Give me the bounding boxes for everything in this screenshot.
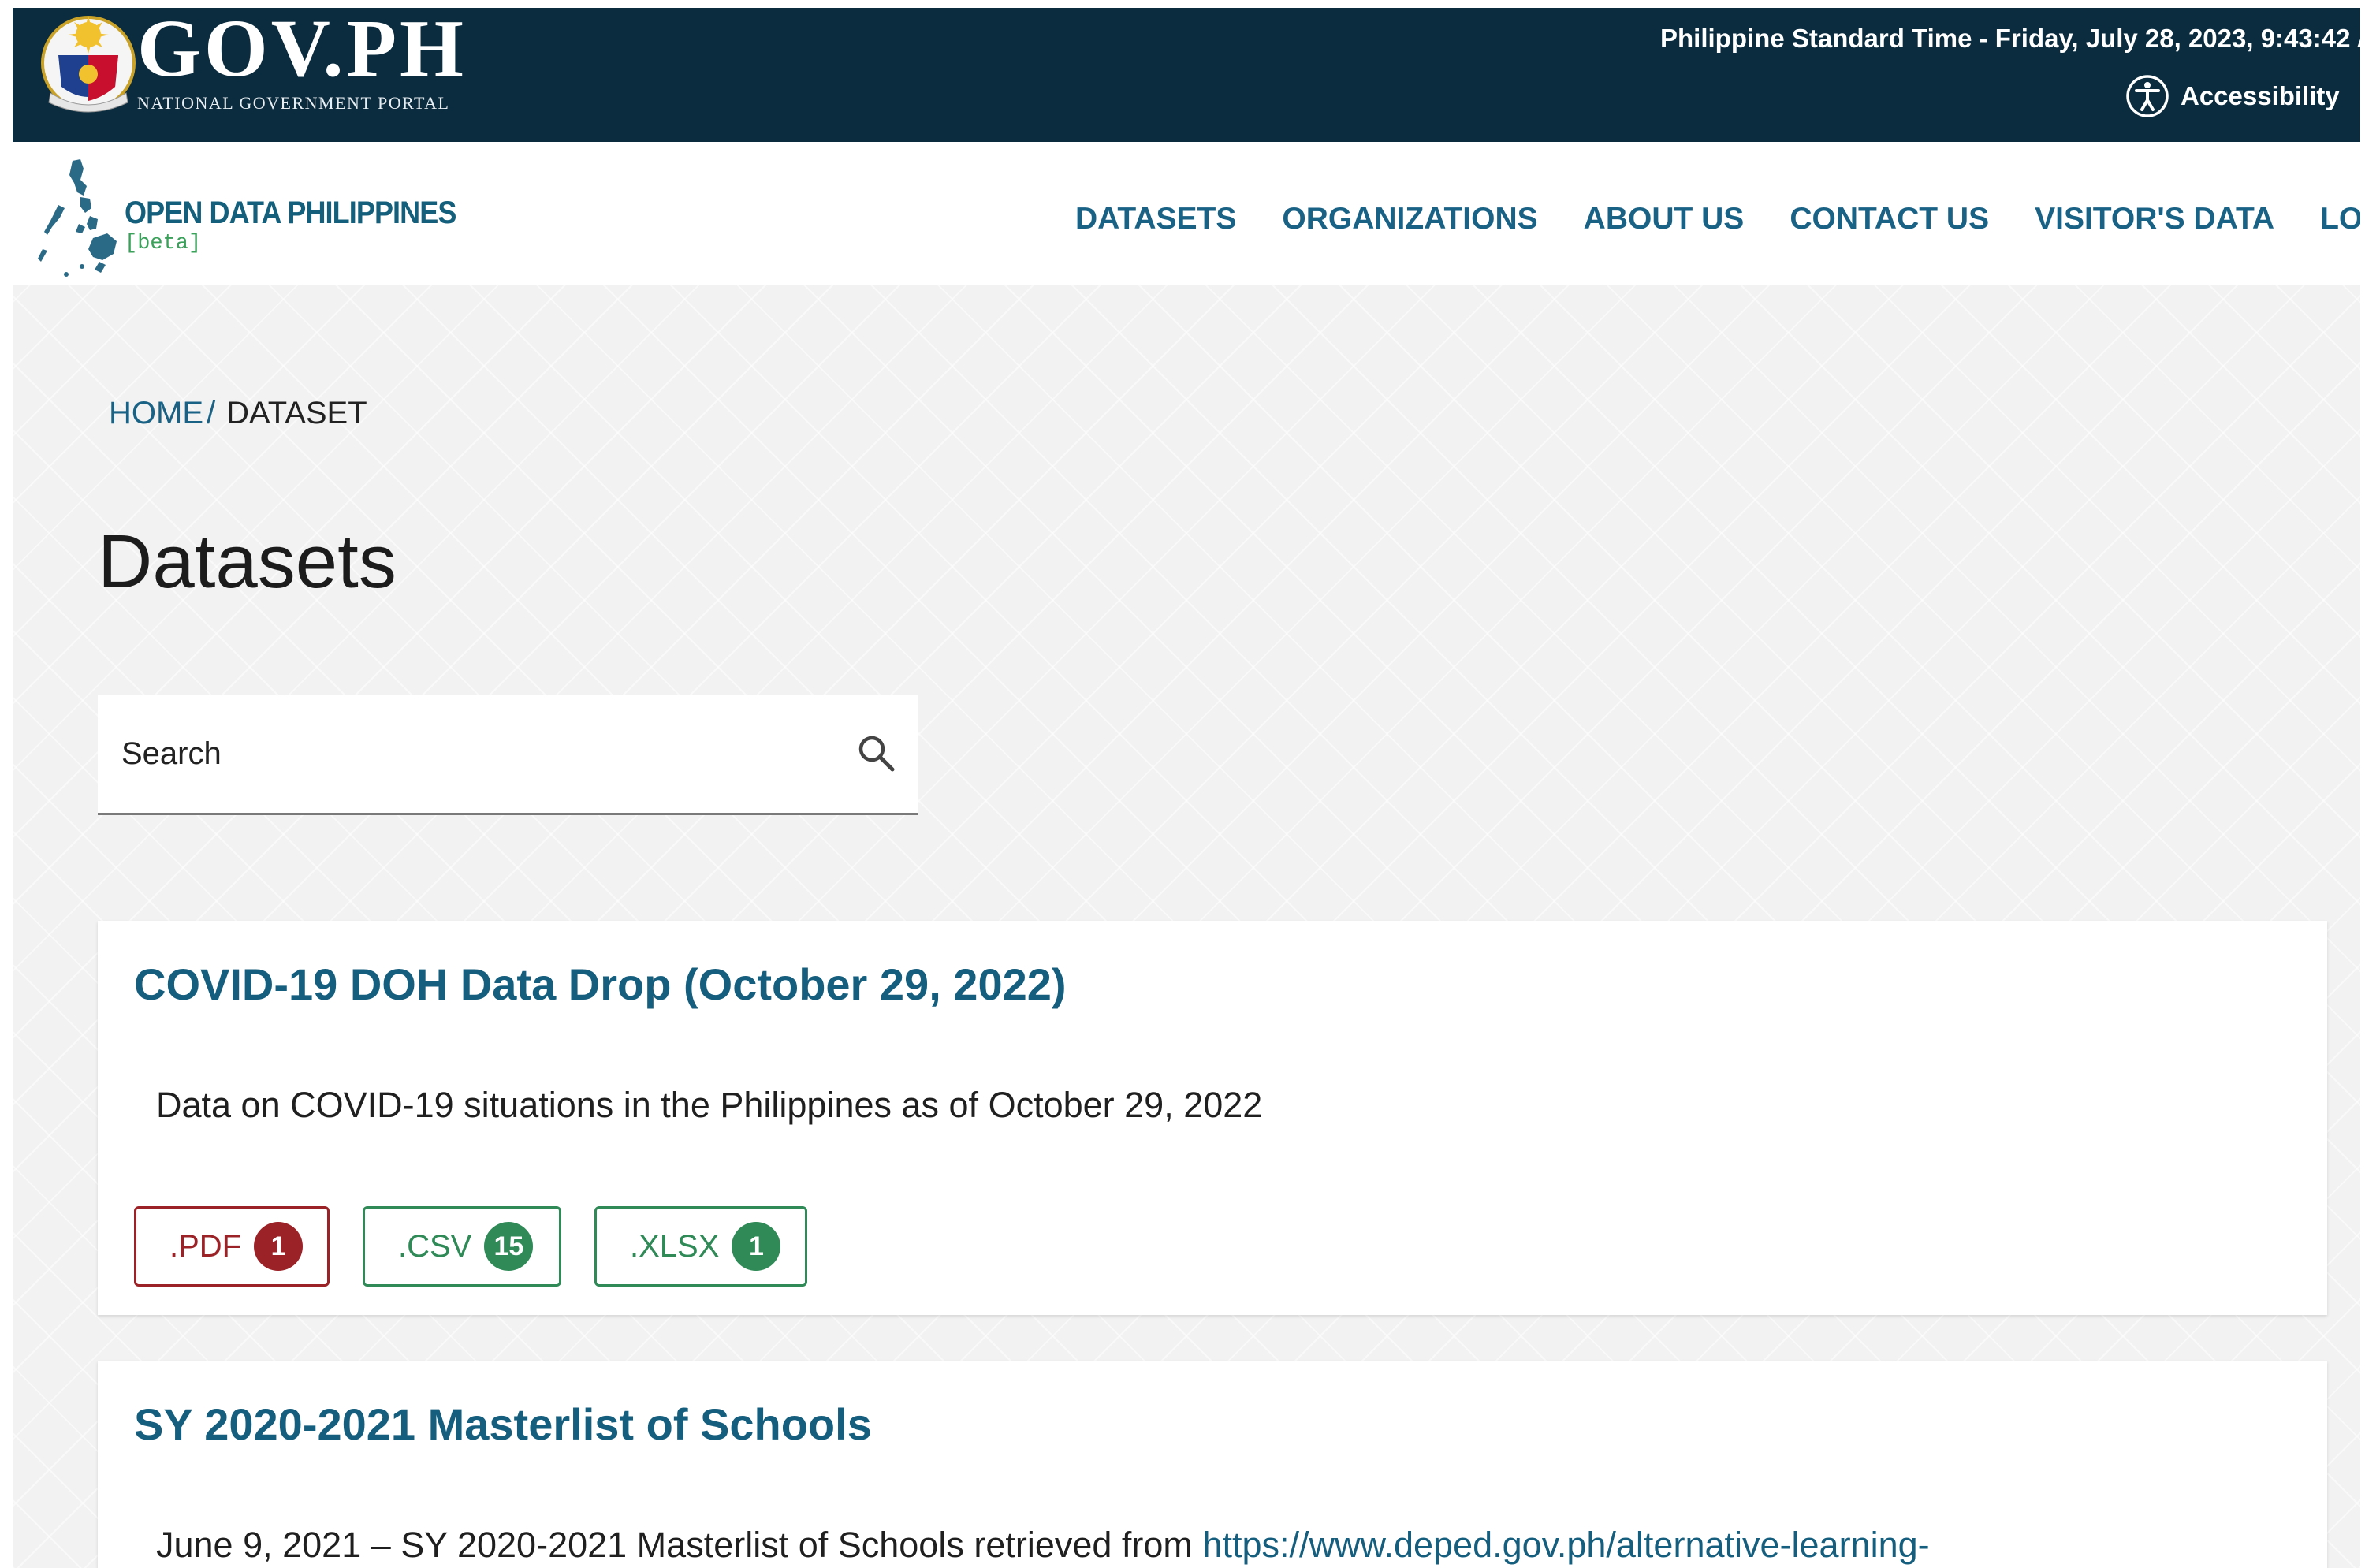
page-title: Datasets <box>98 520 397 604</box>
dataset-title-link[interactable]: SY 2020-2021 Masterlist of Schools <box>134 1399 872 1450</box>
gov-ph-subtitle: NATIONAL GOVERNMENT PORTAL <box>137 93 450 113</box>
beta-label: [beta] <box>125 232 202 255</box>
philippine-seal-icon[interactable] <box>39 11 137 117</box>
format-count-badge: 1 <box>254 1222 304 1271</box>
format-count-badge: 15 <box>484 1222 534 1271</box>
accessibility-label: Accessibility <box>2181 81 2340 110</box>
nav-about-us[interactable]: ABOUT US <box>1584 202 1745 237</box>
site-name[interactable]: OPEN DATA PHILIPPINES <box>125 196 456 231</box>
dataset-title-link[interactable]: COVID-19 DOH Data Drop (October 29, 2022… <box>134 959 1067 1010</box>
philippine-standard-time: Philippine Standard Time - Friday, July … <box>1660 24 2360 53</box>
breadcrumb: HOME / DATASET <box>109 396 367 431</box>
page: GOV.PH NATIONAL GOVERNMENT PORTAL Philip… <box>13 8 2360 1568</box>
nav-contact-us[interactable]: CONTACT US <box>1790 202 1989 237</box>
nav-visitors-data[interactable]: VISITOR'S DATA <box>2035 202 2274 237</box>
format-label: .XLSX <box>630 1228 720 1264</box>
nav-organizations[interactable]: ORGANIZATIONS <box>1282 202 1537 237</box>
breadcrumb-separator: / <box>207 396 216 430</box>
format-badges: .PDF 1 .CSV 15 .XLSX 1 <box>134 1206 807 1287</box>
breadcrumb-home[interactable]: HOME <box>109 396 203 430</box>
format-label: .PDF <box>169 1228 242 1264</box>
main-nav: DATASETS ORGANIZATIONS ABOUT US CONTACT … <box>1075 202 2360 237</box>
site-navbar: OPEN DATA PHILIPPINES [beta] DATASETS OR… <box>13 142 2360 285</box>
description-link[interactable]: https://www.deped.gov.ph/alternative-lea… <box>1202 1525 1929 1565</box>
search-input[interactable] <box>98 695 832 812</box>
format-xlsx-button[interactable]: .XLSX 1 <box>594 1206 807 1287</box>
dataset-description: June 9, 2021 – SY 2020-2021 Masterlist o… <box>156 1525 1930 1566</box>
accessibility-icon <box>2126 75 2169 117</box>
philippines-map-icon[interactable] <box>35 156 129 284</box>
nav-datasets[interactable]: DATASETS <box>1075 202 1236 237</box>
format-count-badge: 1 <box>732 1222 781 1271</box>
gov-ph-brand[interactable]: GOV.PH <box>137 8 467 90</box>
breadcrumb-current: DATASET <box>226 396 367 430</box>
format-pdf-button[interactable]: .PDF 1 <box>134 1206 330 1287</box>
nav-log-in[interactable]: LOG IN <box>2320 202 2360 237</box>
format-label: .CSV <box>398 1228 472 1264</box>
dataset-card: COVID-19 DOH Data Drop (October 29, 2022… <box>98 921 2327 1315</box>
dataset-card: SY 2020-2021 Masterlist of Schools June … <box>98 1361 2327 1568</box>
gov-header-bar: GOV.PH NATIONAL GOVERNMENT PORTAL Philip… <box>13 8 2360 142</box>
description-text: June 9, 2021 – SY 2020-2021 Masterlist o… <box>156 1525 1203 1565</box>
accessibility-menu[interactable]: Accessibility <box>2125 74 2360 118</box>
search-icon[interactable] <box>856 733 896 773</box>
dataset-description: Data on COVID-19 situations in the Phili… <box>156 1085 1263 1125</box>
search-box <box>98 695 918 815</box>
format-csv-button[interactable]: .CSV 15 <box>363 1206 561 1287</box>
